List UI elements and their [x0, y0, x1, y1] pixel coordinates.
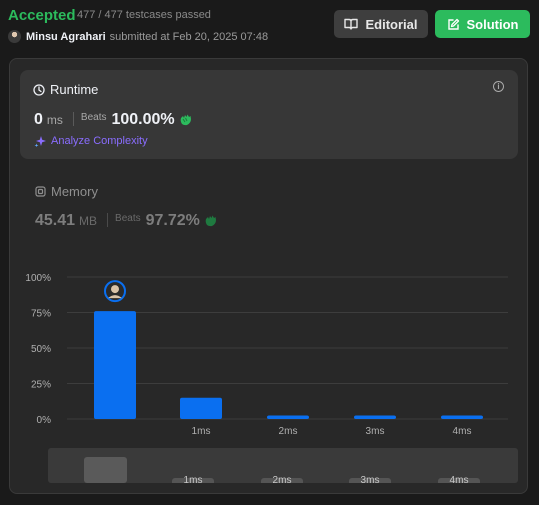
chart-bar[interactable]: [441, 415, 483, 419]
chart-bar[interactable]: [354, 415, 396, 419]
x-tick-label: 3ms: [366, 426, 385, 437]
x-tick-label: 2ms: [279, 426, 298, 437]
minimap-label: 2ms: [273, 475, 292, 483]
minimap-bar: [84, 457, 127, 483]
x-tick-label: 1ms: [192, 426, 211, 437]
chart-bar[interactable]: [180, 397, 222, 419]
y-tick-label: 50%: [31, 344, 51, 355]
runtime-distribution-chart[interactable]: 100% 75% 50% 25% 0% 1ms 2ms 3ms 4ms: [0, 0, 539, 450]
y-tick-label: 100%: [25, 273, 51, 284]
y-tick-label: 25%: [31, 380, 51, 391]
y-tick-label: 0%: [37, 415, 52, 426]
minimap-label: 3ms: [361, 475, 380, 483]
y-tick-label: 75%: [31, 309, 51, 320]
chart-minimap[interactable]: 1ms 2ms 3ms 4ms: [48, 448, 518, 483]
minimap-label: 1ms: [184, 475, 203, 483]
chart-bar[interactable]: [94, 311, 136, 419]
x-tick-label: 4ms: [453, 426, 472, 437]
avatar-face: [111, 285, 119, 294]
minimap-svg: 1ms 2ms 3ms 4ms: [84, 457, 480, 483]
minimap-label: 4ms: [450, 475, 469, 483]
chart-bar[interactable]: [267, 415, 309, 419]
